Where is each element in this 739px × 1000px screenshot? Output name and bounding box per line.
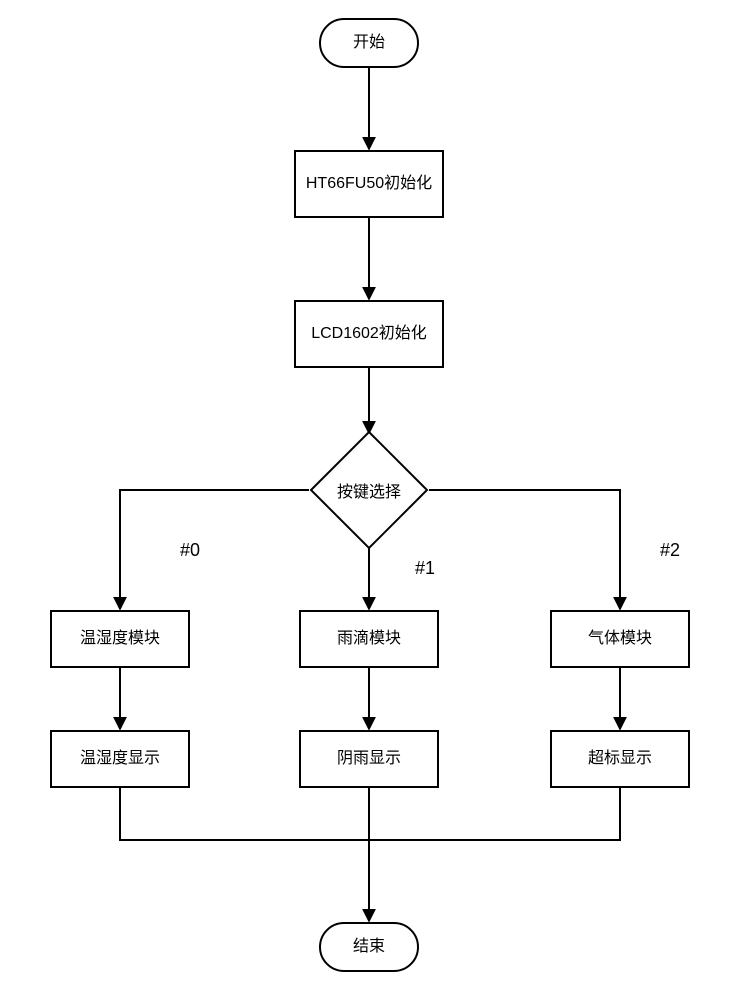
process-overlimit-display: 超标显示 (550, 730, 690, 788)
branch-label-2: #2 (660, 540, 680, 561)
temp-humidity-module-label: 温湿度模块 (80, 629, 160, 648)
process-temp-humidity-module: 温湿度模块 (50, 610, 190, 668)
process-gas-module: 气体模块 (550, 610, 690, 668)
process-init-mcu-label: HT66FU50初始化 (306, 174, 432, 193)
process-temp-humidity-display: 温湿度显示 (50, 730, 190, 788)
overlimit-display-label: 超标显示 (588, 749, 652, 768)
rain-display-label: 阴雨显示 (337, 749, 401, 768)
branch-label-0: #0 (180, 540, 200, 561)
process-init-mcu: HT66FU50初始化 (294, 150, 444, 218)
start-label: 开始 (353, 33, 385, 52)
flowchart-canvas: 开始 HT66FU50初始化 LCD1602初始化 按键选择 #0 #1 #2 … (0, 0, 739, 1000)
branch-label-1: #1 (415, 558, 435, 579)
end-terminator: 结束 (319, 922, 419, 972)
process-init-lcd-label: LCD1602初始化 (311, 324, 427, 343)
process-raindrop-module: 雨滴模块 (299, 610, 439, 668)
raindrop-module-label: 雨滴模块 (337, 629, 401, 648)
end-label: 结束 (353, 937, 385, 956)
process-rain-display: 阴雨显示 (299, 730, 439, 788)
process-init-lcd: LCD1602初始化 (294, 300, 444, 368)
start-terminator: 开始 (319, 18, 419, 68)
decision-key-select: 按键选择 (309, 430, 429, 550)
decision-label: 按键选择 (337, 478, 401, 502)
gas-module-label: 气体模块 (588, 629, 652, 648)
temp-humidity-display-label: 温湿度显示 (80, 749, 160, 768)
